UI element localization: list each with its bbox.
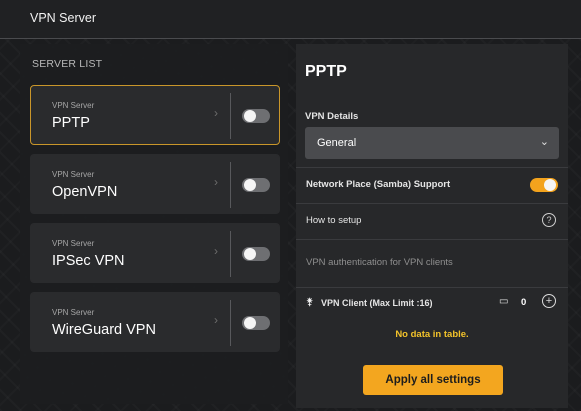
server-card-wireguard[interactable]: VPN Server WireGuard VPN › <box>30 292 280 352</box>
server-card-name: WireGuard VPN <box>52 322 156 338</box>
apply-all-settings-button[interactable]: Apply all settings <box>363 365 503 395</box>
details-panel: PPTP VPN Details General ⌄ Network Place… <box>296 44 568 408</box>
chevron-down-icon: ⌄ <box>539 136 549 148</box>
toggle-knob <box>244 179 256 191</box>
server-card-pptp[interactable]: VPN Server PPTP › <box>30 85 280 145</box>
vpn-client-header: ⚵ VPN Client (Max Limit :16) ▭ 0 + <box>296 287 568 318</box>
chevron-right-icon[interactable]: › <box>214 175 218 189</box>
vpn-client-count: 0 <box>521 297 527 308</box>
devices-icon: ▭ <box>499 296 509 307</box>
details-title: PPTP <box>305 63 347 80</box>
vpn-client-label: VPN Client (Max Limit :16) <box>321 298 433 308</box>
vpn-details-value: General <box>317 137 357 149</box>
vpn-auth-row: VPN authentication for VPN clients <box>296 239 568 285</box>
server-card-subtitle: VPN Server <box>52 170 95 179</box>
title-bar: VPN Server <box>0 0 581 39</box>
how-to-setup-label: How to setup <box>306 215 362 226</box>
server-list-label: SERVER LIST <box>32 58 103 70</box>
server-card-name: OpenVPN <box>52 184 118 200</box>
vpn-auth-label: VPN authentication for VPN clients <box>306 257 453 268</box>
server-card-subtitle: VPN Server <box>52 239 95 248</box>
server-toggle-pptp[interactable] <box>242 109 270 123</box>
card-divider <box>230 300 231 346</box>
card-divider <box>230 231 231 277</box>
card-divider <box>230 93 231 139</box>
chevron-right-icon[interactable]: › <box>214 313 218 327</box>
window-title: VPN Server <box>30 11 96 25</box>
toggle-knob <box>244 110 256 122</box>
server-list-panel: SERVER LIST VPN Server PPTP › VPN Server… <box>20 44 288 404</box>
samba-support-row: Network Place (Samba) Support <box>296 167 568 201</box>
server-card-subtitle: VPN Server <box>52 308 95 317</box>
server-card-openvpn[interactable]: VPN Server OpenVPN › <box>30 154 280 214</box>
no-data-message: No data in table. <box>395 329 469 340</box>
vpn-details-select[interactable]: General ⌄ <box>305 127 559 159</box>
server-card-name: IPSec VPN <box>52 253 125 269</box>
server-toggle-ipsec[interactable] <box>242 247 270 261</box>
server-toggle-openvpn[interactable] <box>242 178 270 192</box>
toggle-knob <box>244 248 256 260</box>
card-divider <box>230 162 231 208</box>
chevron-right-icon[interactable]: › <box>214 244 218 258</box>
key-icon: ⚵ <box>306 297 314 308</box>
chevron-right-icon[interactable]: › <box>214 106 218 120</box>
samba-support-label: Network Place (Samba) Support <box>306 179 451 190</box>
server-card-ipsec[interactable]: VPN Server IPSec VPN › <box>30 223 280 283</box>
server-card-subtitle: VPN Server <box>52 101 95 110</box>
plus-circle-icon[interactable]: + <box>542 294 556 308</box>
samba-support-toggle[interactable] <box>530 178 558 192</box>
question-circle-icon[interactable]: ? <box>542 213 556 227</box>
toggle-knob <box>244 317 256 329</box>
how-to-setup-row[interactable]: How to setup ? <box>296 203 568 237</box>
server-toggle-wireguard[interactable] <box>242 316 270 330</box>
server-card-name: PPTP <box>52 115 90 131</box>
vpn-details-label: VPN Details <box>305 111 359 122</box>
toggle-knob <box>544 179 556 191</box>
